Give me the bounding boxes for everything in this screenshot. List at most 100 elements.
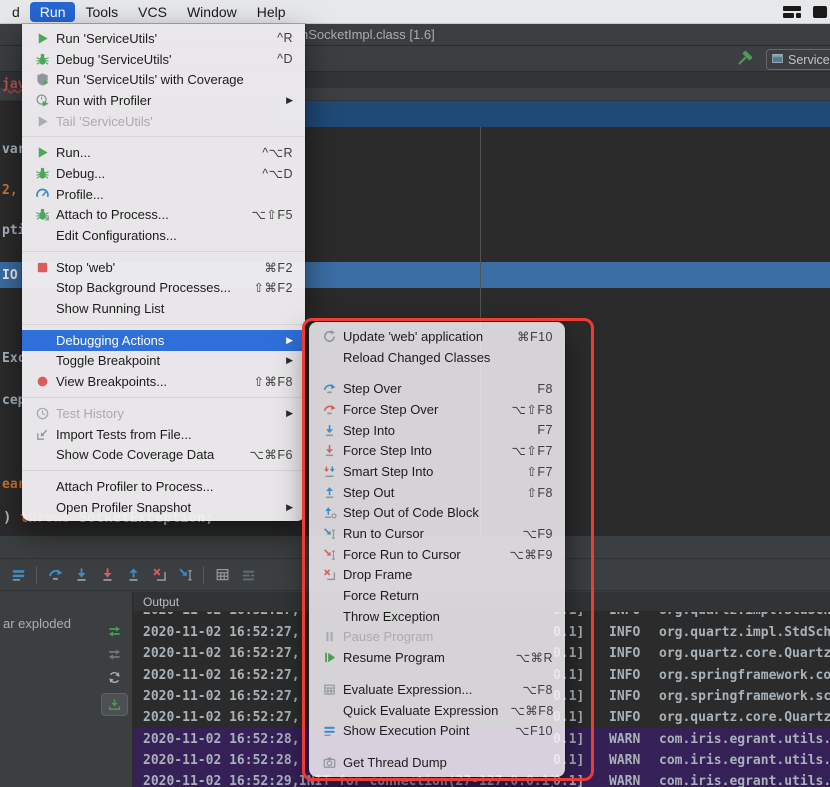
layout-muted-icon[interactable] xyxy=(235,563,261,587)
menu-item-label: Run 'ServiceUtils' xyxy=(56,31,265,46)
menu-item-stop-background-processes[interactable]: Stop Background Processes...⇧⌘F2 xyxy=(22,278,305,299)
menu-separator xyxy=(22,136,305,137)
menu-item-label: Toggle Breakpoint xyxy=(56,353,274,368)
menu-item-update-web-application[interactable]: Update 'web' application⌘F10 xyxy=(309,326,565,347)
menu-item-throw-exception[interactable]: Throw Exception xyxy=(309,606,565,627)
menu-item-step-into[interactable]: Step IntoF7 xyxy=(309,420,565,441)
menu-item-shortcut: ⌥F8 xyxy=(523,682,554,697)
menu-item-attach-profiler-to-process[interactable]: Attach Profiler to Process... xyxy=(22,476,305,497)
build-hammer-icon[interactable] xyxy=(735,50,753,68)
toolbar-separator xyxy=(36,566,37,584)
menu-item-import-tests-from-file[interactable]: Import Tests from File... xyxy=(22,424,305,445)
blank-icon xyxy=(34,280,51,296)
menubar-item-vcs[interactable]: VCS xyxy=(128,2,177,22)
force-step-into-icon xyxy=(321,443,338,459)
run-configuration-select[interactable]: Service xyxy=(766,49,830,70)
menu-item-label: Profile... xyxy=(56,187,293,202)
menu-item-smart-step-into[interactable]: Smart Step Into⇧F7 xyxy=(309,461,565,482)
menu-item-run[interactable]: Run...^⌥R xyxy=(22,142,305,163)
menu-item-drop-frame[interactable]: Drop Frame xyxy=(309,565,565,586)
menu-item-view-breakpoints[interactable]: View Breakpoints...⇧⌘F8 xyxy=(22,371,305,392)
deploy-tree-panel[interactable]: ar exploded xyxy=(0,592,133,787)
coverage-icon xyxy=(34,72,51,88)
show-exec-icon[interactable] xyxy=(5,563,31,587)
menu-item-force-step-over[interactable]: Force Step Over⌥⇧F8 xyxy=(309,399,565,420)
step-into-icon[interactable] xyxy=(68,563,94,587)
menu-item-run-with-profiler[interactable]: Run with Profiler▶ xyxy=(22,90,305,111)
battery-menu-icon[interactable] xyxy=(812,5,828,24)
menu-separator xyxy=(309,673,565,674)
blank-icon xyxy=(321,702,338,718)
menu-item-get-thread-dump[interactable]: Get Thread Dump xyxy=(309,752,565,773)
menu-item-run-to-cursor[interactable]: Run to Cursor⌥F9 xyxy=(309,523,565,544)
blank-icon xyxy=(34,332,51,348)
menu-item-step-out[interactable]: Step Out⇧F8 xyxy=(309,482,565,503)
menu-item-tail-serviceutils[interactable]: Tail 'ServiceUtils' xyxy=(22,111,305,132)
menubar-item-d[interactable]: d xyxy=(2,2,30,22)
evaluate-icon[interactable] xyxy=(209,563,235,587)
menu-item-attach-to-process[interactable]: Attach to Process...⌥⇧F5 xyxy=(22,205,305,226)
menubar-item-run[interactable]: Run xyxy=(30,2,76,22)
menubar-item-tools[interactable]: Tools xyxy=(75,2,128,22)
menu-item-profile[interactable]: Profile... xyxy=(22,184,305,205)
log-level: INFO xyxy=(609,689,655,704)
menu-item-quick-evaluate-expression[interactable]: Quick Evaluate Expression⌥⌘F8 xyxy=(309,700,565,721)
step-out-icon xyxy=(321,484,338,500)
menu-item-debug-serviceutils[interactable]: Debug 'ServiceUtils'^D xyxy=(22,49,305,70)
step-over-icon[interactable] xyxy=(42,563,68,587)
menu-item-run-serviceutils[interactable]: Run 'ServiceUtils'^R xyxy=(22,28,305,49)
menu-item-pause-program[interactable]: Pause Program xyxy=(309,627,565,648)
menu-item-run-serviceutils-with-coverage[interactable]: Run 'ServiceUtils' with Coverage xyxy=(22,69,305,90)
menu-item-force-return[interactable]: Force Return xyxy=(309,585,565,606)
menu-item-force-run-to-cursor[interactable]: Force Run to Cursor⌥⌘F9 xyxy=(309,544,565,565)
debugging-actions-submenu: Update 'web' application⌘F10Reload Chang… xyxy=(309,322,565,777)
menu-item-stop-web[interactable]: Stop 'web'⌘F2 xyxy=(22,257,305,278)
refresh-icon[interactable] xyxy=(107,670,122,685)
menu-item-step-over[interactable]: Step OverF8 xyxy=(309,378,565,399)
submenu-arrow-icon: ▶ xyxy=(286,408,293,419)
menubar-status-icons xyxy=(782,5,816,24)
menu-item-label: Edit Configurations... xyxy=(56,228,293,243)
debug-bug-icon xyxy=(34,51,51,67)
menubar-item-help[interactable]: Help xyxy=(247,2,296,22)
run-to-cursor-icon[interactable] xyxy=(172,563,198,587)
update-app-icon xyxy=(321,328,338,344)
code-paren: ) xyxy=(3,510,20,526)
resume-icon xyxy=(321,650,338,666)
scroll-to-end-icon[interactable] xyxy=(101,693,128,716)
log-package: org.springframework.sc xyxy=(659,689,830,704)
menu-item-resume-program[interactable]: Resume Program⌥⌘R xyxy=(309,647,565,668)
menu-item-toggle-breakpoint[interactable]: Toggle Breakpoint▶ xyxy=(22,351,305,372)
menu-item-show-running-list[interactable]: Show Running List xyxy=(22,298,305,319)
menu-item-label: Throw Exception xyxy=(343,609,553,624)
blank-icon xyxy=(321,608,338,624)
deploy-swap-disabled-icon[interactable] xyxy=(107,647,122,662)
menu-item-step-out-of-code-block[interactable]: Step Out of Code Block xyxy=(309,503,565,524)
menu-item-test-history[interactable]: Test History▶ xyxy=(22,403,305,424)
step-out-icon[interactable] xyxy=(120,563,146,587)
drop-frame-icon xyxy=(321,567,338,583)
menu-item-debug[interactable]: Debug...^⌥D xyxy=(22,163,305,184)
force-step-into-icon[interactable] xyxy=(94,563,120,587)
menu-item-label: Force Step Into xyxy=(343,443,500,458)
menu-item-evaluate-expression[interactable]: Evaluate Expression...⌥F8 xyxy=(309,679,565,700)
menu-item-open-profiler-snapshot[interactable]: Open Profiler Snapshot▶ xyxy=(22,497,305,518)
deploy-item-label: ar exploded xyxy=(3,616,71,631)
menu-item-label: Run... xyxy=(56,145,250,160)
deploy-swap-icon[interactable] xyxy=(107,624,122,639)
menu-item-debugging-actions[interactable]: Debugging Actions▶ xyxy=(22,330,305,351)
blank-icon xyxy=(34,478,51,494)
log-timestamp: 2020-11-02 16:52:27, xyxy=(143,646,299,661)
menu-item-shortcut: ⇧⌘F8 xyxy=(253,374,293,389)
log-level: WARN xyxy=(609,732,655,747)
menu-item-force-step-into[interactable]: Force Step Into⌥⇧F7 xyxy=(309,440,565,461)
log-timestamp: 2020-11-02 16:52:28, xyxy=(143,753,299,768)
log-timestamp: 2020-11-02 16:52:27, xyxy=(143,689,299,704)
menu-item-reload-changed-classes[interactable]: Reload Changed Classes xyxy=(309,347,565,368)
menu-item-show-code-coverage-data[interactable]: Show Code Coverage Data⌥⌘F6 xyxy=(22,444,305,465)
display-menu-icon[interactable] xyxy=(782,5,802,24)
menu-item-edit-configurations[interactable]: Edit Configurations... xyxy=(22,225,305,246)
drop-frame-icon[interactable] xyxy=(146,563,172,587)
menu-item-show-execution-point[interactable]: Show Execution Point⌥F10 xyxy=(309,720,565,741)
menubar-item-window[interactable]: Window xyxy=(177,2,247,22)
